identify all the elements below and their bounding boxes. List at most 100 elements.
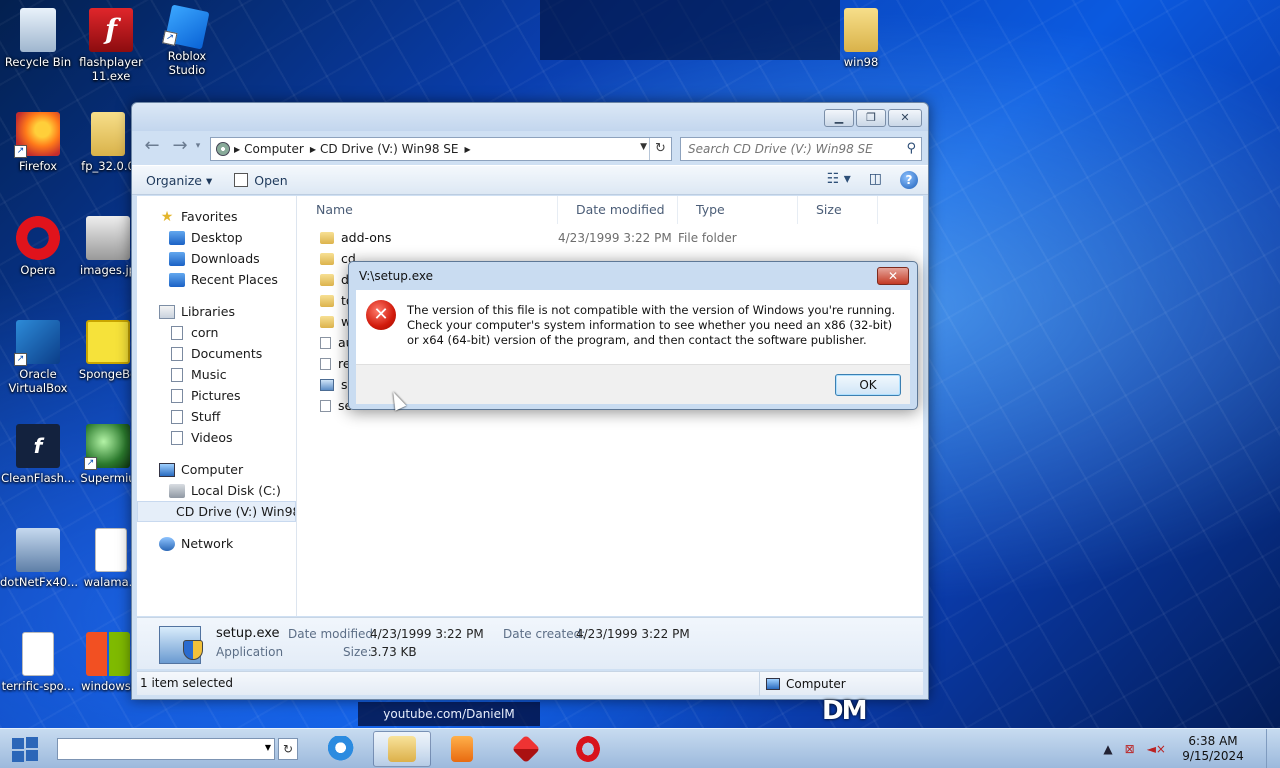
cleanflash-icon: f	[16, 424, 60, 468]
organize-button[interactable]: Organize ▾	[146, 173, 212, 188]
nav-network[interactable]: Network	[137, 533, 296, 554]
nav-label: Desktop	[191, 230, 243, 245]
desktop-icon-label: terrific-spo...	[1, 679, 75, 693]
nav-pictures[interactable]: Pictures	[137, 385, 296, 406]
show-hidden-icons-icon[interactable]: ▲	[1103, 742, 1112, 756]
column-size[interactable]: Size	[798, 195, 878, 224]
clock[interactable]: 6:38 AM 9/15/2024	[1178, 734, 1248, 764]
volume-muted-icon[interactable]: ◄×	[1147, 742, 1166, 756]
desktop-icon-label: Roblox Studio	[167, 49, 207, 77]
nav-label: Videos	[191, 430, 233, 445]
desktop-icon-terrific[interactable]: terrific-spo...	[0, 632, 76, 693]
desktop-icon-label: Oracle VirtualBox	[8, 367, 68, 395]
star-icon: ★	[160, 208, 174, 225]
nav-favorites[interactable]: ★ Favorites	[137, 206, 296, 227]
recent-places-icon	[169, 272, 185, 287]
packager-icon	[511, 734, 541, 764]
taskbar-media-player[interactable]	[433, 731, 491, 767]
help-icon[interactable]: ?	[900, 171, 918, 189]
clock-date: 9/15/2024	[1182, 749, 1244, 763]
supermium-icon: ↗	[84, 424, 130, 470]
address-bar[interactable]: ▶ Computer ▶ CD Drive (V:) Win98 SE ▶ ▼ …	[210, 137, 672, 161]
close-button[interactable]: ✕	[888, 109, 922, 127]
spongebob-icon	[86, 320, 130, 364]
start-button[interactable]	[12, 737, 40, 763]
nav-downloads[interactable]: Downloads	[137, 248, 296, 269]
breadcrumb-cd-drive[interactable]: CD Drive (V:) Win98 SE	[316, 142, 465, 156]
file-date: 4/23/1999 3:22 PM	[558, 230, 672, 245]
nav-computer[interactable]: Computer	[137, 459, 296, 480]
text-file-icon	[320, 399, 331, 412]
view-options-icon[interactable]: ☷ ▾	[827, 171, 851, 189]
status-bar: 1 item selected Computer	[137, 671, 923, 696]
autorun-file-icon	[320, 336, 331, 349]
desktop-icon-opera[interactable]: Opera	[0, 216, 76, 277]
desktop-icon-label: Opera	[20, 263, 56, 277]
address-dropdown-icon[interactable]: ▼	[640, 142, 647, 152]
desktop-icon-flashplayer[interactable]: f flashplayer 11.exe	[73, 8, 149, 83]
desktop-icon-virtualbox[interactable]: ↗ Oracle VirtualBox	[0, 320, 76, 395]
desktop-icon-cleanflash[interactable]: f CleanFlash...	[0, 424, 76, 485]
nav-recent-places[interactable]: Recent Places	[137, 269, 296, 290]
column-name[interactable]: Name	[298, 195, 558, 224]
folder-zip-icon	[91, 112, 125, 156]
nav-videos[interactable]: Videos	[137, 427, 296, 448]
desktop-icon-win98[interactable]: win98	[823, 8, 899, 69]
breadcrumb-computer[interactable]: Computer	[240, 142, 310, 156]
desktop-icon-recycle-bin[interactable]: Recycle Bin	[0, 8, 76, 69]
date-modified-value: 4/23/1999 3:22 PM	[370, 627, 484, 641]
nav-corn[interactable]: corn	[137, 322, 296, 343]
search-box[interactable]: ⚲	[680, 137, 922, 161]
error-icon: ✕	[366, 300, 396, 330]
refresh-icon[interactable]: ↻	[649, 138, 671, 160]
search-input[interactable]	[681, 138, 891, 160]
column-type[interactable]: Type	[678, 195, 798, 224]
taskbar-address-input[interactable]	[58, 739, 253, 759]
taskbar-internet-explorer[interactable]	[313, 731, 371, 767]
recent-pages-chevron-icon[interactable]: ▾	[192, 137, 204, 157]
preview-pane-icon[interactable]: ◫	[869, 171, 882, 189]
network-warning-icon[interactable]: ⊠	[1125, 742, 1135, 756]
back-arrow-icon[interactable]: ←	[140, 137, 164, 157]
size-value: 3.73 KB	[370, 645, 417, 659]
nav-desktop[interactable]: Desktop	[137, 227, 296, 248]
file-name: add-ons	[341, 230, 392, 245]
maximize-button[interactable]: ❐	[856, 109, 886, 127]
search-icon[interactable]: ⚲	[906, 141, 916, 156]
taskbar-address-box[interactable]: ▼	[57, 738, 275, 760]
desktop-icon	[169, 230, 185, 245]
breadcrumb-separator-icon: ▶	[464, 144, 471, 154]
window-titlebar[interactable]: ▁ ❐ ✕	[132, 103, 928, 131]
desktop-icon-firefox[interactable]: ↗ Firefox	[0, 112, 76, 173]
nav-cd-drive[interactable]: CD Drive (V:) Win98	[137, 501, 296, 522]
taskbar-packager[interactable]	[497, 731, 555, 767]
nav-documents[interactable]: Documents	[137, 343, 296, 364]
nav-music[interactable]: Music	[137, 364, 296, 385]
list-item[interactable]: add-ons 4/23/1999 3:22 PM File folder	[298, 227, 923, 248]
nav-label: corn	[191, 325, 219, 340]
nav-stuff[interactable]: Stuff	[137, 406, 296, 427]
desktop-icon-dotnet[interactable]: dotNetFx40...	[0, 528, 78, 589]
minimize-button[interactable]: ▁	[824, 109, 854, 127]
refresh-icon[interactable]: ↻	[278, 738, 298, 760]
show-desktop-button[interactable]	[1266, 729, 1280, 768]
channel-logo: DM	[822, 696, 867, 726]
taskbar-opera[interactable]	[559, 731, 617, 767]
nav-libraries[interactable]: Libraries	[137, 301, 296, 322]
nav-label: Local Disk (C:)	[191, 483, 281, 498]
file-explorer-icon	[388, 736, 416, 762]
nav-label: Music	[191, 367, 227, 382]
open-button[interactable]: Open	[254, 173, 287, 188]
forward-arrow-icon[interactable]: →	[168, 137, 192, 157]
nav-local-disk[interactable]: Local Disk (C:)	[137, 480, 296, 501]
library-icon	[171, 325, 183, 340]
downloads-icon	[169, 251, 185, 266]
dialog-close-button[interactable]: ✕	[877, 267, 909, 285]
dialog-content: ✕ The version of this file is not compat…	[356, 290, 910, 364]
open-icon	[234, 173, 249, 187]
desktop-icon-roblox-studio[interactable]: ↗ Roblox Studio	[149, 4, 225, 77]
chevron-down-icon[interactable]: ▼	[265, 743, 271, 752]
taskbar-file-explorer[interactable]	[373, 731, 431, 767]
column-date-modified[interactable]: Date modified	[558, 195, 678, 224]
ok-button[interactable]: OK	[835, 374, 901, 396]
